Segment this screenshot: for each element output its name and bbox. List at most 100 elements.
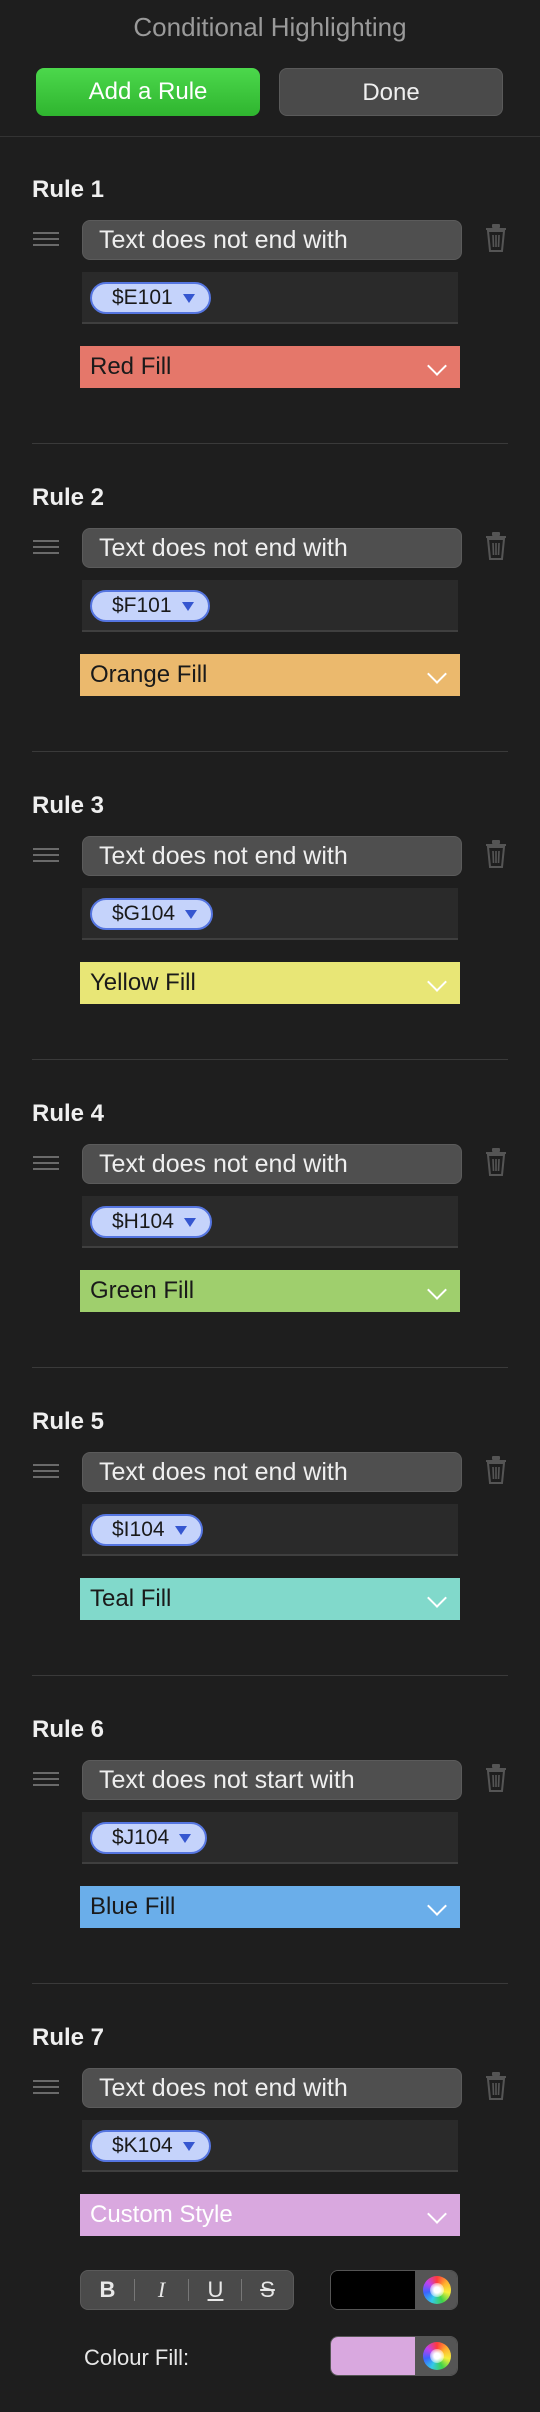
cell-reference-text: $K104 xyxy=(112,2134,173,2157)
caret-down-icon xyxy=(174,1526,187,1535)
fill-color-picker-button[interactable] xyxy=(415,2337,457,2375)
reference-field[interactable]: $G104 xyxy=(82,888,458,940)
text-color-picker-button[interactable] xyxy=(415,2271,457,2309)
cell-reference-text: $E101 xyxy=(112,286,173,309)
rule-title: Rule 2 xyxy=(32,484,105,511)
chevron-down-icon xyxy=(427,1588,447,1608)
fill-style-label: Yellow Fill xyxy=(90,969,196,996)
rule-2: Rule 2 Text does not end with $F101 Oran… xyxy=(0,444,540,752)
cell-reference-token[interactable]: $K104 xyxy=(90,2130,211,2162)
drag-handle-icon[interactable] xyxy=(33,540,59,554)
chevron-down-icon xyxy=(427,1896,447,1916)
italic-button[interactable]: I xyxy=(135,2271,188,2309)
caret-down-icon xyxy=(179,1834,192,1843)
reference-field[interactable]: $K104 xyxy=(82,2120,458,2172)
fill-style-select[interactable]: Blue Fill xyxy=(80,1886,460,1928)
drag-handle-icon[interactable] xyxy=(33,2080,59,2094)
condition-select[interactable]: Text does not end with xyxy=(82,528,462,568)
chevron-down-icon xyxy=(427,1280,447,1300)
colour-fill-well[interactable] xyxy=(330,2336,458,2376)
condition-select[interactable]: Text does not end with xyxy=(82,2068,462,2108)
reference-field[interactable]: $J104 xyxy=(82,1812,458,1864)
color-wheel-icon xyxy=(423,2276,451,2304)
cell-reference-text: $F101 xyxy=(112,594,172,617)
cell-reference-token[interactable]: $F101 xyxy=(90,590,210,622)
chevron-down-icon xyxy=(427,972,447,992)
rule-title: Rule 6 xyxy=(32,1716,105,1743)
cell-reference-token[interactable]: $H104 xyxy=(90,1206,212,1238)
caret-down-icon xyxy=(181,602,194,611)
strikethrough-button[interactable]: S xyxy=(241,2271,294,2309)
condition-select[interactable]: Text does not end with xyxy=(82,836,462,876)
cell-reference-token[interactable]: $G104 xyxy=(90,898,214,930)
caret-down-icon xyxy=(182,294,195,303)
reference-field[interactable]: $F101 xyxy=(82,580,458,632)
fill-style-select[interactable]: Orange Fill xyxy=(80,654,460,696)
cell-reference-token[interactable]: $I104 xyxy=(90,1514,203,1546)
caret-down-icon xyxy=(183,1218,196,1227)
drag-handle-icon[interactable] xyxy=(33,1156,59,1170)
fill-style-label: Orange Fill xyxy=(90,661,208,688)
underline-button[interactable]: U xyxy=(189,2271,242,2309)
trash-icon[interactable] xyxy=(485,2072,507,2100)
fill-style-select[interactable]: Yellow Fill xyxy=(80,962,460,1004)
cell-reference-text: $G104 xyxy=(112,902,176,925)
add-rule-button[interactable]: Add a Rule xyxy=(36,68,260,116)
fill-style-label: Blue Fill xyxy=(90,1893,176,1920)
fill-style-select[interactable]: Custom Style xyxy=(80,2194,460,2236)
condition-select[interactable]: Text does not start with xyxy=(82,1760,462,1800)
trash-icon[interactable] xyxy=(485,840,507,868)
reference-field[interactable]: $I104 xyxy=(82,1504,458,1556)
condition-select[interactable]: Text does not end with xyxy=(82,1144,462,1184)
drag-handle-icon[interactable] xyxy=(33,848,59,862)
cell-reference-text: $I104 xyxy=(112,1518,165,1541)
condition-select[interactable]: Text does not end with xyxy=(82,1452,462,1492)
fill-style-select[interactable]: Green Fill xyxy=(80,1270,460,1312)
fill-style-select[interactable]: Red Fill xyxy=(80,346,460,388)
chevron-down-icon xyxy=(427,356,447,376)
cell-reference-text: $H104 xyxy=(112,1210,174,1233)
cell-reference-text: $J104 xyxy=(112,1826,170,1849)
rule-1: Rule 1 Text does not end with $E101 Red … xyxy=(0,136,540,444)
rule-7: Rule 7 Text does not end with $K104 Cust… xyxy=(0,1984,540,2292)
reference-field[interactable]: $H104 xyxy=(82,1196,458,1248)
cell-reference-token[interactable]: $E101 xyxy=(90,282,211,314)
rule-6: Rule 6 Text does not start with $J104 Bl… xyxy=(0,1676,540,1984)
trash-icon[interactable] xyxy=(485,532,507,560)
fill-style-label: Teal Fill xyxy=(90,1585,172,1612)
colour-fill-swatch[interactable] xyxy=(331,2337,417,2375)
condition-select[interactable]: Text does not end with xyxy=(82,220,462,260)
rule-title: Rule 5 xyxy=(32,1408,105,1435)
chevron-down-icon xyxy=(427,664,447,684)
rule-5: Rule 5 Text does not end with $I104 Teal… xyxy=(0,1368,540,1676)
text-style-buttons: B I U S xyxy=(80,2270,294,2310)
rule-3: Rule 3 Text does not end with $G104 Yell… xyxy=(0,752,540,1060)
fill-style-select[interactable]: Teal Fill xyxy=(80,1578,460,1620)
trash-icon[interactable] xyxy=(485,224,507,252)
fill-style-label: Red Fill xyxy=(90,353,172,380)
rule-title: Rule 4 xyxy=(32,1100,105,1127)
rule-title: Rule 1 xyxy=(32,176,105,203)
caret-down-icon xyxy=(182,2142,195,2151)
caret-down-icon xyxy=(185,910,198,919)
rule-title: Rule 3 xyxy=(32,792,105,819)
rule-title: Rule 7 xyxy=(32,2024,105,2051)
fill-style-label: Green Fill xyxy=(90,1277,195,1304)
chevron-down-icon xyxy=(427,2204,447,2224)
drag-handle-icon[interactable] xyxy=(33,232,59,246)
done-button[interactable]: Done xyxy=(279,68,503,116)
text-color-swatch[interactable] xyxy=(331,2271,417,2309)
drag-handle-icon[interactable] xyxy=(33,1464,59,1478)
cell-reference-token[interactable]: $J104 xyxy=(90,1822,208,1854)
fill-style-label: Custom Style xyxy=(90,2201,233,2228)
text-color-well[interactable] xyxy=(330,2270,458,2310)
trash-icon[interactable] xyxy=(485,1148,507,1176)
rule-4: Rule 4 Text does not end with $H104 Gree… xyxy=(0,1060,540,1368)
reference-field[interactable]: $E101 xyxy=(82,272,458,324)
bold-button[interactable]: B xyxy=(81,2271,134,2309)
trash-icon[interactable] xyxy=(485,1764,507,1792)
trash-icon[interactable] xyxy=(485,1456,507,1484)
drag-handle-icon[interactable] xyxy=(33,1772,59,1786)
colour-fill-label: Colour Fill: xyxy=(84,2345,190,2370)
window-title: Conditional Highlighting xyxy=(133,12,407,42)
